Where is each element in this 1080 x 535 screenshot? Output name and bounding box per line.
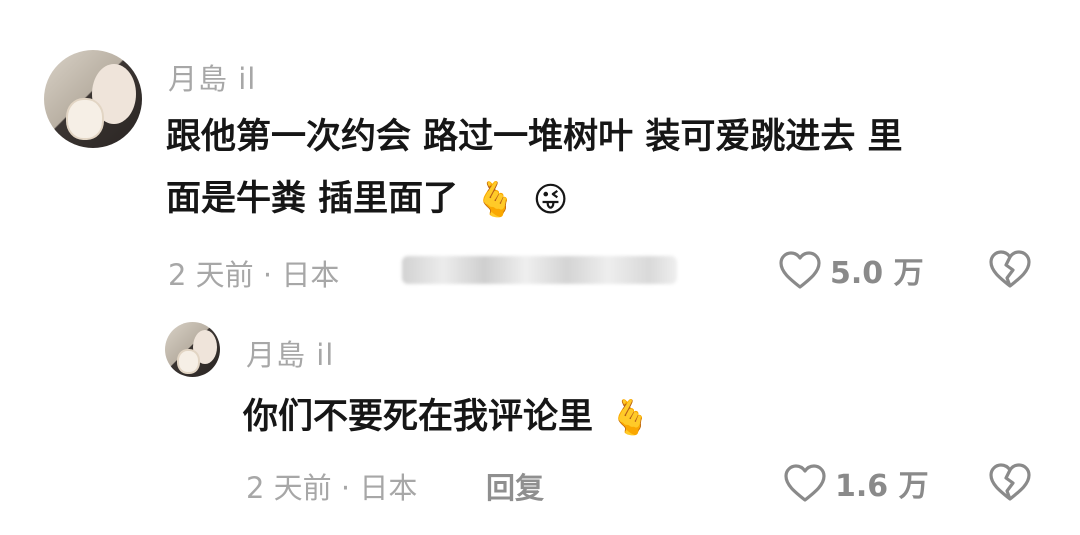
avatar[interactable] [44, 50, 142, 148]
reply-like-button[interactable]: 1.6 万 [783, 461, 929, 505]
finger-heart-emoji-icon: 🫰 [609, 398, 652, 438]
comment-like-button[interactable]: 5.0 万 [778, 248, 924, 292]
comment-text: 跟他第一次约会 路过一堆树叶 装可爱跳进去 里 面是牛粪 插里面了 🫰 😜 [166, 106, 1046, 231]
comment-dislike-button[interactable] [988, 249, 1032, 293]
heart-outline-icon [783, 463, 827, 503]
winking-face-emoji-icon: 😜 [532, 180, 569, 220]
heart-outline-icon [778, 250, 822, 290]
comment-timestamp-location: 2 天前 · 日本 [168, 258, 340, 292]
avatar-plush [66, 98, 104, 140]
broken-heart-icon [988, 463, 1032, 506]
reply-avatar[interactable] [165, 322, 220, 377]
comment-text-line2-label: 面是牛粪 插里面了 [166, 179, 459, 219]
comment-text-line2: 面是牛粪 插里面了 🫰 😜 [166, 168, 1046, 231]
comment-username[interactable]: 月島 il [168, 56, 256, 98]
reply-text: 你们不要死在我评论里 🫰 [243, 386, 652, 449]
reply-avatar-plush [177, 349, 200, 374]
broken-heart-icon [988, 250, 1032, 293]
reply-text-label: 你们不要死在我评论里 [243, 397, 594, 437]
reply-like-count: 1.6 万 [835, 469, 929, 504]
reply-dislike-button[interactable] [988, 462, 1032, 506]
reply-timestamp-location: 2 天前 · 日本 [246, 471, 418, 505]
redacted-region [402, 256, 677, 284]
reply-username[interactable]: 月島 il [246, 332, 334, 374]
comment-like-count: 5.0 万 [830, 256, 924, 291]
reply-button[interactable]: 回复 [486, 465, 544, 507]
finger-heart-emoji-icon: 🫰 [474, 180, 517, 220]
comment-text-line1: 跟他第一次约会 路过一堆树叶 装可爱跳进去 里 [166, 117, 903, 157]
